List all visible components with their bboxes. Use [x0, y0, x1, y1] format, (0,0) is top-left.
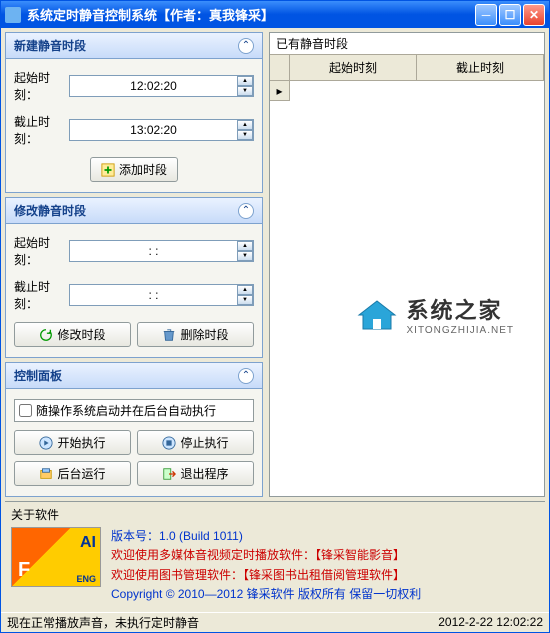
spinner-down-icon[interactable]: ▼ [237, 295, 253, 305]
delete-period-label: 删除时段 [180, 326, 228, 343]
about-lines: 版本号：1.0 (Build 1011) 欢迎使用多媒体音视频定时播放软件：【锋… [111, 527, 539, 604]
play-icon [39, 436, 53, 450]
logo-sub: ENG [76, 574, 96, 584]
app-logo: F AI ENG [11, 527, 101, 587]
end-time-field-edit[interactable] [70, 288, 237, 302]
copyright-text: Copyright © 2010—2012 锋采软件 版权所有 保留一切权利 [111, 585, 539, 604]
background-run-label: 后台运行 [57, 465, 105, 482]
modify-period-label: 修改时段 [57, 326, 105, 343]
panel-control: 控制面板 ⌃ 随操作系统启动并在后台自动执行 [5, 362, 263, 497]
grid-title: 已有静音时段 [270, 33, 544, 54]
about-title: 关于软件 [11, 506, 539, 523]
status-text: 现在正常播放声音，未执行定时静音 [7, 614, 199, 631]
stop-execute-label: 停止执行 [180, 434, 228, 451]
start-time-field-edit[interactable] [70, 244, 237, 258]
add-icon [101, 163, 115, 177]
stop-execute-button[interactable]: 停止执行 [137, 430, 254, 455]
panel-header-edit: 修改静音时段 ⌃ [6, 198, 262, 224]
welcome-line2-prefix: 欢迎使用图书管理软件： [111, 568, 243, 582]
autostart-label: 随操作系统启动并在后台自动执行 [36, 402, 216, 419]
collapse-icon[interactable]: ⌃ [238, 368, 254, 384]
grid-header-end[interactable]: 截止时刻 [417, 55, 544, 80]
main-area: 新建静音时段 ⌃ 起始时刻： ▲ ▼ [5, 32, 545, 497]
app-icon [5, 7, 21, 23]
end-time-input-new[interactable]: ▲ ▼ [69, 119, 254, 141]
window-body: 新建静音时段 ⌃ 起始时刻： ▲ ▼ [1, 28, 549, 612]
end-time-input-edit[interactable]: ▲ ▼ [69, 284, 254, 306]
grid-header: 起始时刻 截止时刻 [270, 54, 544, 81]
spinner-up-icon[interactable]: ▲ [237, 241, 253, 251]
grid-header-marker [270, 55, 290, 80]
end-time-label-edit: 截止时刻： [14, 278, 69, 312]
statusbar: 现在正常播放声音，未执行定时静音 2012-2-22 12:02:22 [1, 612, 549, 632]
start-time-label: 起始时刻： [14, 69, 69, 103]
titlebar[interactable]: 系统定时静音控制系统【作者：真我锋采】 ─ ☐ ✕ [1, 1, 549, 28]
app-window: 系统定时静音控制系统【作者：真我锋采】 ─ ☐ ✕ 新建静音时段 ⌃ 起始时刻： [0, 0, 550, 633]
panel-header-new: 新建静音时段 ⌃ [6, 33, 262, 59]
panel-edit-period: 修改静音时段 ⌃ 起始时刻： ▲ ▼ [5, 197, 263, 358]
left-panel: 新建静音时段 ⌃ 起始时刻： ▲ ▼ [5, 32, 263, 497]
tray-icon [39, 467, 53, 481]
autostart-checkbox-row[interactable]: 随操作系统启动并在后台自动执行 [14, 399, 254, 422]
refresh-icon [39, 328, 53, 342]
spinner-down-icon[interactable]: ▼ [237, 130, 253, 140]
start-time-input-edit[interactable]: ▲ ▼ [69, 240, 254, 262]
background-run-button[interactable]: 后台运行 [14, 461, 131, 486]
collapse-icon[interactable]: ⌃ [238, 38, 254, 54]
welcome-line1-prefix: 欢迎使用多媒体音视频定时播放软件： [111, 548, 315, 562]
end-time-field-new[interactable] [70, 123, 237, 137]
maximize-button[interactable]: ☐ [499, 4, 521, 26]
start-time-input-new[interactable]: ▲ ▼ [69, 75, 254, 97]
minimize-button[interactable]: ─ [475, 4, 497, 26]
exit-icon [162, 467, 176, 481]
grid-row-pointer-icon: ▸ [270, 81, 290, 101]
close-button[interactable]: ✕ [523, 4, 545, 26]
welcome-line1-product: 【锋采智能影音】 [315, 548, 405, 562]
panel-new-period: 新建静音时段 ⌃ 起始时刻： ▲ ▼ [5, 32, 263, 193]
trash-icon [162, 328, 176, 342]
version-text: 版本号：1.0 (Build 1011) [111, 527, 539, 546]
window-title: 系统定时静音控制系统【作者：真我锋采】 [27, 5, 475, 24]
exit-program-label: 退出程序 [180, 465, 228, 482]
panel-title-control: 控制面板 [14, 367, 62, 384]
spinner-up-icon[interactable]: ▲ [237, 76, 253, 86]
add-period-label: 添加时段 [119, 161, 167, 178]
about-section: 关于软件 F AI ENG 版本号：1.0 (Build 1011) 欢迎使用多… [5, 501, 545, 608]
grid-header-start[interactable]: 起始时刻 [290, 55, 417, 80]
panel-title-edit: 修改静音时段 [14, 202, 86, 219]
logo-text: AI [80, 534, 96, 552]
collapse-icon[interactable]: ⌃ [238, 203, 254, 219]
spinner-up-icon[interactable]: ▲ [237, 285, 253, 295]
start-execute-button[interactable]: 开始执行 [14, 430, 131, 455]
end-time-label: 截止时刻： [14, 113, 69, 147]
exit-program-button[interactable]: 退出程序 [137, 461, 254, 486]
delete-period-button[interactable]: 删除时段 [137, 322, 254, 347]
spinner-up-icon[interactable]: ▲ [237, 120, 253, 130]
stop-icon [162, 436, 176, 450]
spinner-down-icon[interactable]: ▼ [237, 86, 253, 96]
panel-title-new: 新建静音时段 [14, 37, 86, 54]
welcome-line2-product: 【锋采图书出租借阅管理软件】 [243, 568, 405, 582]
status-datetime: 2012-2-22 12:02:22 [438, 615, 543, 629]
add-period-button[interactable]: 添加时段 [90, 157, 178, 182]
panel-header-control: 控制面板 ⌃ [6, 363, 262, 389]
start-time-field-new[interactable] [70, 79, 237, 93]
spinner-down-icon[interactable]: ▼ [237, 251, 253, 261]
periods-grid-panel: 已有静音时段 起始时刻 截止时刻 ▸ 系统之家 XITONG [269, 32, 545, 497]
start-time-label-edit: 起始时刻： [14, 234, 69, 268]
grid-body[interactable]: ▸ [270, 81, 544, 496]
autostart-checkbox[interactable] [19, 404, 32, 417]
start-execute-label: 开始执行 [57, 434, 105, 451]
modify-period-button[interactable]: 修改时段 [14, 322, 131, 347]
